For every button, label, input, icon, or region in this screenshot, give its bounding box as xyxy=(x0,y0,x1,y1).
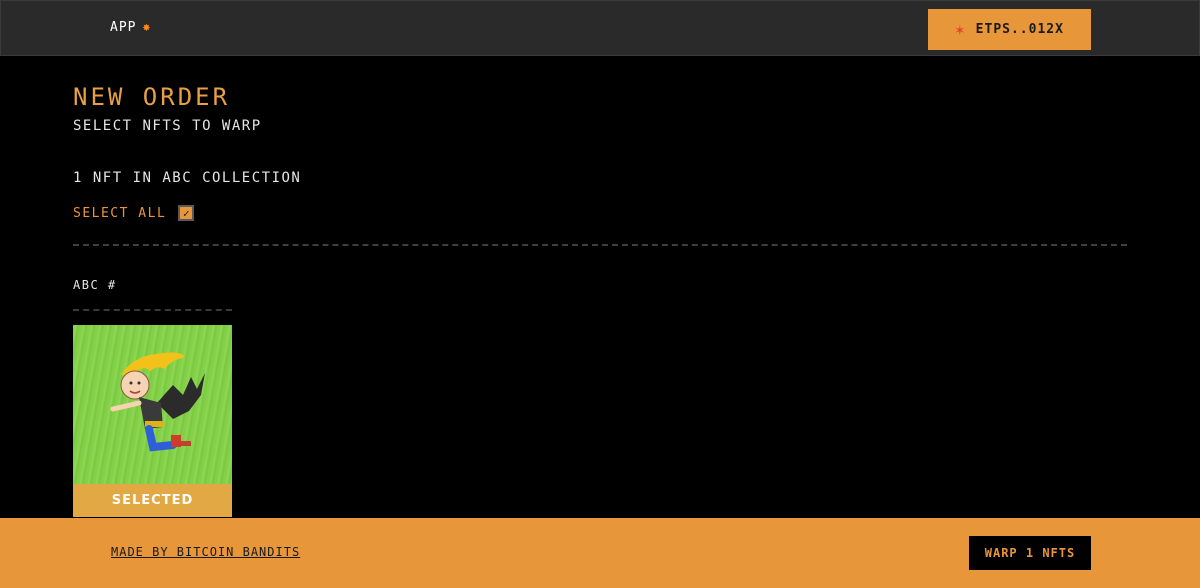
select-all-label: SELECT ALL xyxy=(73,205,167,221)
app-link[interactable]: APP ✸ xyxy=(110,20,151,35)
top-bar: APP ✸ ✶ ETPS..012X xyxy=(0,0,1200,56)
divider xyxy=(73,244,1127,246)
burst-icon: ✶ xyxy=(955,20,966,39)
warp-button[interactable]: WARP 1 NFTS xyxy=(969,536,1091,570)
collection-count: 1 NFT IN ABC COLLECTION xyxy=(73,170,302,186)
nft-image xyxy=(73,325,232,484)
made-by-link[interactable]: MADE BY BITCOIN BANDITS xyxy=(111,545,300,559)
wallet-address: ETPS..012X xyxy=(975,22,1064,37)
page-subtitle: SELECT NFTS TO WARP xyxy=(73,118,262,134)
select-all-row: SELECT ALL ✓ xyxy=(73,205,195,221)
app-label: APP xyxy=(110,20,137,35)
nft-card[interactable]: SELECTED xyxy=(73,325,232,517)
collection-divider xyxy=(73,309,232,311)
page-title: NEW ORDER xyxy=(73,83,231,111)
collection-name: ABC # xyxy=(73,278,117,292)
nft-status: SELECTED xyxy=(73,484,232,517)
footer: MADE BY BITCOIN BANDITS WARP 1 NFTS xyxy=(0,518,1200,588)
wallet-button[interactable]: ✶ ETPS..012X xyxy=(928,9,1091,50)
select-all-checkbox[interactable]: ✓ xyxy=(178,205,195,221)
sun-icon: ✸ xyxy=(142,20,152,35)
